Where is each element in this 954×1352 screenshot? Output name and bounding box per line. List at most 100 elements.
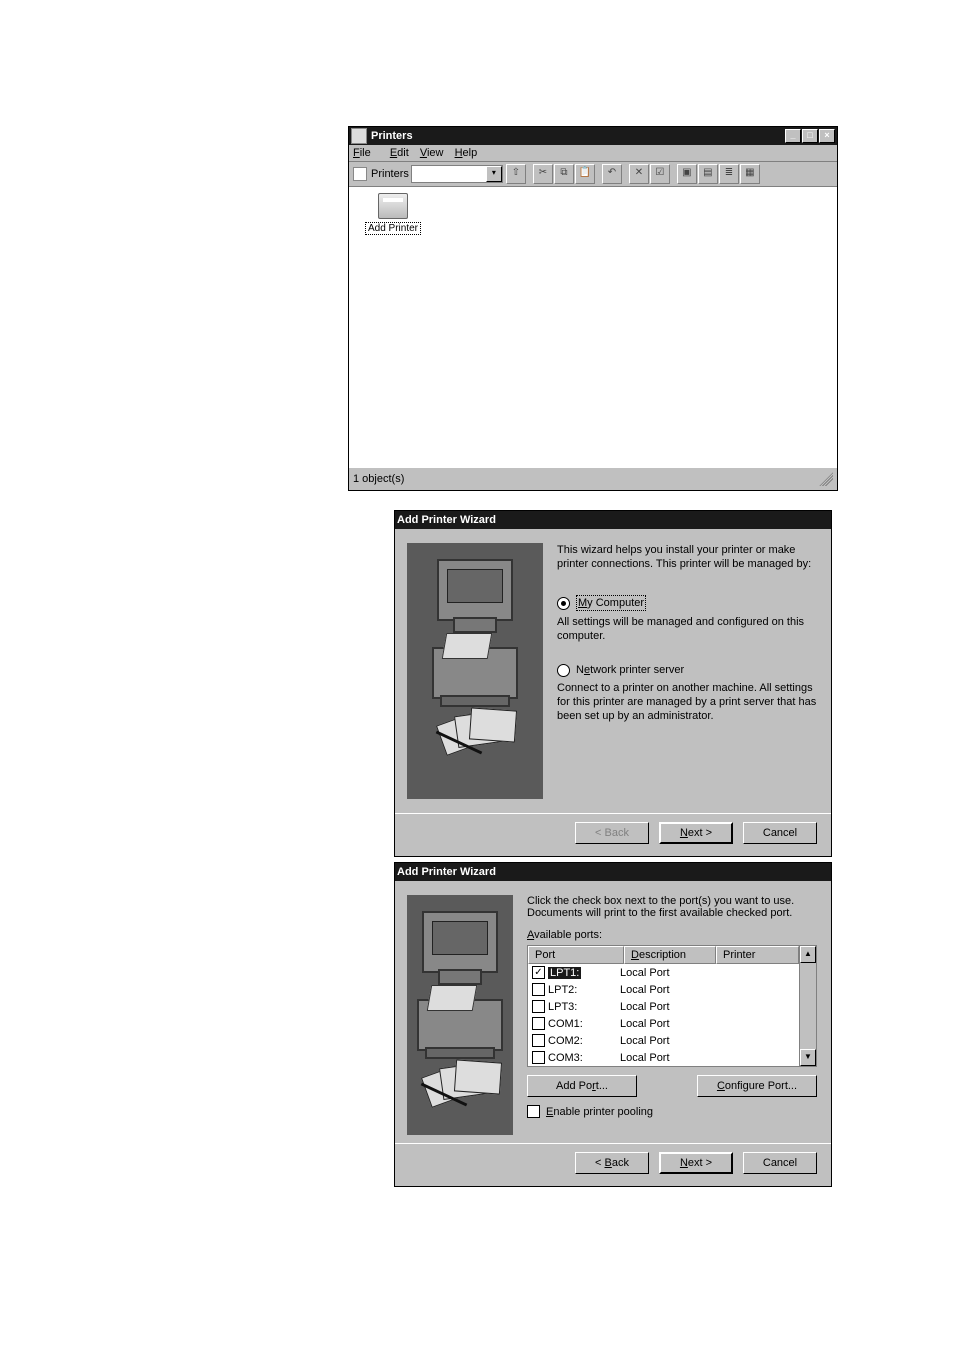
next-button[interactable]: Next > — [659, 822, 733, 844]
table-header: Port Description Printer — [528, 946, 799, 964]
checkbox-icon[interactable] — [527, 1105, 540, 1118]
dialog-title: Add Printer Wizard — [397, 514, 829, 526]
folder-icon — [353, 167, 367, 181]
paste-button[interactable]: 📋 — [575, 164, 595, 184]
option-network-desc: Connect to a printer on another machine.… — [557, 681, 817, 723]
port-desc: Local Port — [616, 1035, 700, 1047]
port-name: COM3: — [548, 1052, 583, 1064]
checkbox-icon[interactable] — [532, 1051, 545, 1064]
port-desc: Local Port — [616, 984, 700, 996]
menubar: File Edit View Help — [349, 145, 837, 162]
port-desc: Local Port — [616, 1018, 700, 1030]
delete-button[interactable]: ✕ — [629, 164, 649, 184]
titlebar[interactable]: Add Printer Wizard — [395, 511, 831, 529]
checkbox-icon[interactable] — [532, 1017, 545, 1030]
titlebar[interactable]: Add Printer Wizard — [395, 863, 831, 881]
copy-button[interactable]: ⧉ — [554, 164, 574, 184]
port-name: COM2: — [548, 1035, 583, 1047]
wizard-content: This wizard helps you install your print… — [557, 543, 817, 799]
printer-icon — [417, 999, 503, 1051]
view-details-button[interactable]: ▦ — [740, 164, 760, 184]
papers-icon — [425, 1069, 495, 1105]
resize-grip-icon[interactable] — [819, 472, 833, 486]
port-name: LPT3: — [548, 1001, 577, 1013]
configure-port-button[interactable]: Configure Port... — [697, 1075, 817, 1097]
scrollbar[interactable]: ▲ ▼ — [799, 946, 816, 1066]
papers-icon — [440, 717, 510, 753]
checkbox-icon[interactable] — [532, 1000, 545, 1013]
wizard-intro: This wizard helps you install your print… — [557, 543, 817, 571]
titlebar[interactable]: Printers _ □ × — [349, 127, 837, 145]
port-name: LPT2: — [548, 984, 577, 996]
table-row[interactable]: COM2: Local Port — [528, 1032, 799, 1049]
wizard-art — [407, 543, 543, 799]
cut-button[interactable]: ✂ — [533, 164, 553, 184]
col-port[interactable]: Port — [528, 946, 624, 964]
radio-icon[interactable] — [557, 597, 570, 610]
port-desc: Local Port — [616, 1052, 700, 1064]
port-desc: Local Port — [616, 967, 700, 979]
add-printer-item[interactable]: Add Printer — [363, 193, 423, 235]
cancel-button[interactable]: Cancel — [743, 822, 817, 844]
menu-file[interactable]: File — [353, 147, 379, 159]
table-row[interactable]: LPT1: Local Port — [528, 964, 799, 981]
view-small-button[interactable]: ▤ — [698, 164, 718, 184]
printer-icon — [378, 193, 408, 219]
view-large-button[interactable]: ▣ — [677, 164, 697, 184]
printer-icon — [432, 647, 518, 699]
wizard-art — [407, 895, 513, 1135]
menu-view[interactable]: View — [420, 147, 444, 159]
add-printer-wizard-2: Add Printer Wizard Click the check box n… — [394, 862, 832, 1187]
checkbox-icon[interactable] — [532, 983, 545, 996]
view-list-button[interactable]: ≣ — [719, 164, 739, 184]
menu-edit[interactable]: Edit — [390, 147, 409, 159]
table-row[interactable]: COM1: Local Port — [528, 1015, 799, 1032]
table-row[interactable]: LPT2: Local Port — [528, 981, 799, 998]
status-text: 1 object(s) — [353, 473, 404, 485]
checkbox-icon[interactable] — [532, 1034, 545, 1047]
printers-window: Printers _ □ × File Edit View Help Print… — [348, 126, 838, 491]
table-row[interactable]: LPT3: Local Port — [528, 998, 799, 1015]
port-name: COM1: — [548, 1018, 583, 1030]
next-button[interactable]: Next > — [659, 1152, 733, 1174]
undo-button[interactable]: ↶ — [602, 164, 622, 184]
back-button[interactable]: < Back — [575, 1152, 649, 1174]
col-printer[interactable]: Printer — [716, 946, 799, 964]
table-row[interactable]: COM3: Local Port — [528, 1049, 799, 1066]
dropdown-arrow-icon[interactable]: ▾ — [486, 166, 502, 182]
radio-icon[interactable] — [557, 664, 570, 677]
checkbox-icon[interactable] — [532, 966, 545, 979]
address-box[interactable]: Printers — [353, 167, 409, 181]
add-printer-wizard-1: Add Printer Wizard This wizard helps you… — [394, 510, 832, 857]
maximize-button[interactable]: □ — [802, 129, 818, 143]
printers-icon — [351, 128, 367, 144]
dialog-title: Add Printer Wizard — [397, 866, 829, 878]
back-button: < Back — [575, 822, 649, 844]
close-button[interactable]: × — [819, 129, 835, 143]
option-my-computer[interactable]: My Computer — [557, 595, 817, 611]
port-desc: Local Port — [616, 1001, 700, 1013]
option-network[interactable]: Network printer server — [557, 663, 817, 677]
monitor-icon — [422, 911, 498, 973]
address-combo[interactable]: ▾ — [411, 165, 503, 183]
scroll-down-icon[interactable]: ▼ — [800, 1049, 816, 1066]
port-name: LPT1: — [548, 967, 581, 979]
wizard-intro: Click the check box next to the port(s) … — [527, 895, 817, 919]
icon-label: Add Printer — [365, 222, 421, 235]
ports-table: Port Description Printer LPT1: Local Port… — [527, 945, 817, 1067]
scroll-up-icon[interactable]: ▲ — [800, 946, 816, 963]
minimize-button[interactable]: _ — [785, 129, 801, 143]
wizard-content: Click the check box next to the port(s) … — [527, 895, 817, 1135]
button-row: < Back Next > Cancel — [395, 1143, 831, 1186]
toolbar: Printers ▾ ⇧ ✂ ⧉ 📋 ↶ ✕ ☑ ▣ ▤ ≣ ▦ — [349, 162, 837, 187]
enable-pooling[interactable]: Enable printer pooling — [527, 1105, 817, 1118]
client-area[interactable]: Add Printer — [349, 187, 837, 467]
window-title: Printers — [371, 130, 784, 142]
monitor-icon — [437, 559, 513, 621]
add-port-button[interactable]: Add Port... — [527, 1075, 637, 1097]
properties-button[interactable]: ☑ — [650, 164, 670, 184]
menu-help[interactable]: Help — [455, 147, 478, 159]
col-desc[interactable]: Description — [624, 946, 716, 964]
up-button[interactable]: ⇧ — [506, 164, 526, 184]
cancel-button[interactable]: Cancel — [743, 1152, 817, 1174]
